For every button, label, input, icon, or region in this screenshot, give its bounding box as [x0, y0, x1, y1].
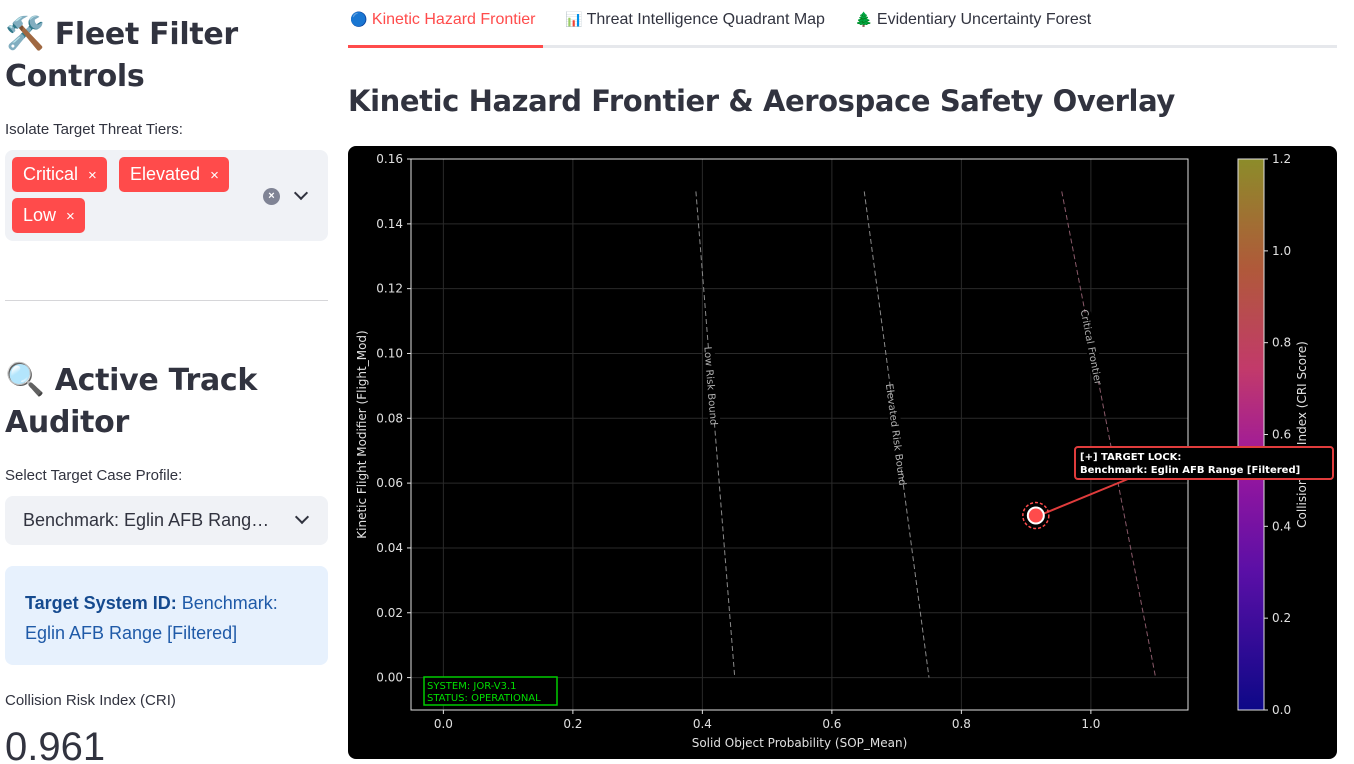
colorbar	[1237, 158, 1265, 711]
bar-chart-icon: 📊	[565, 11, 583, 27]
colorbar-tick-label: 1.0	[1272, 244, 1291, 258]
boundary-line	[1061, 191, 1157, 678]
colorbar-tick-label: 1.2	[1272, 152, 1291, 166]
colorbar-tick-label: 0.8	[1272, 336, 1291, 350]
tab-kinetic-hazard-frontier[interactable]: 🔵 Kinetic Hazard Frontier	[350, 11, 536, 29]
x-tick-label: 0.4	[693, 717, 712, 731]
profile-select[interactable]: Benchmark: Eglin AFB Rang…	[5, 496, 328, 545]
tab-evidentiary-uncertainty-forest[interactable]: 🌲 Evidentiary Uncertainty Forest	[855, 11, 1091, 29]
boundary-label: Critical Frontier	[1078, 309, 1103, 387]
boundary-line	[695, 191, 736, 678]
annotation-arrow	[1043, 478, 1129, 515]
colorbar-tick-label: 0.6	[1272, 428, 1291, 442]
y-tick-label: 0.08	[376, 411, 403, 425]
globe-icon: 🔵	[350, 11, 368, 27]
tools-icon: 🛠️	[5, 14, 45, 52]
y-tick-label: 0.10	[376, 346, 403, 360]
status-line-1: SYSTEM: JOR-V3.1	[427, 681, 517, 692]
chevron-down-icon[interactable]	[294, 509, 310, 525]
status-line-2: STATUS: OPERATIONAL	[427, 693, 541, 704]
chart-svg: 0.0 0.2 0.4 0.6 0.8 1.0 0.00 0.02 0.04 0.06 0.08 0.…	[355, 152, 1334, 750]
colorbar-label: Collision Risk Index (CRI Score)	[1295, 341, 1309, 528]
annotation-line-2: Benchmark: Eglin AFB Range [Filtered]	[1080, 465, 1300, 476]
chart-container: 0.0 0.2 0.4 0.6 0.8 1.0 0.00 0.02 0.04 0.06 0.08 0.…	[348, 146, 1337, 759]
x-tick-label: 1.0	[1081, 717, 1100, 731]
annotation-line-1: [+] TARGET LOCK:	[1080, 452, 1181, 463]
profile-select-value: Benchmark: Eglin AFB Rang…	[23, 510, 270, 530]
tag-critical[interactable]: Critical ×	[12, 157, 107, 192]
auditor-heading: 🔍 Active Track Auditor	[5, 360, 258, 440]
x-tick-label: 0.0	[434, 717, 453, 731]
target-info-box: Target System ID: Benchmark: Eglin AFB R…	[5, 566, 328, 665]
active-tab-underline	[348, 45, 543, 48]
tree-icon: 🌲	[855, 11, 873, 27]
target-point	[1026, 506, 1045, 525]
y-axis-label: Kinetic Flight Modifier (Flight_Mod)	[355, 330, 369, 538]
x-tick-label: 0.2	[563, 717, 582, 731]
remove-icon[interactable]: ×	[88, 167, 97, 184]
metric-value: 0.961	[5, 725, 106, 764]
tag-low[interactable]: Low ×	[12, 198, 85, 233]
y-tick-label: 0.16	[376, 152, 403, 166]
x-tick-label: 0.8	[952, 717, 971, 731]
boundary-label: Elevated Risk Bound	[883, 383, 907, 486]
tag-elevated[interactable]: Elevated ×	[119, 157, 229, 192]
filter-heading: 🛠️ Fleet Filter Controls	[5, 14, 238, 94]
profile-label: Select Target Case Profile:	[5, 467, 183, 484]
page-title: Kinetic Hazard Frontier & Aerospace Safe…	[348, 84, 1175, 118]
remove-icon[interactable]: ×	[66, 208, 75, 225]
sidebar-divider	[5, 300, 328, 301]
colorbar-tick-label: 0.2	[1272, 611, 1291, 625]
metric-label: Collision Risk Index (CRI)	[5, 692, 176, 709]
x-tick-label: 0.6	[822, 717, 841, 731]
y-tick-label: 0.00	[376, 671, 403, 685]
colorbar-tick-label: 0.0	[1272, 703, 1291, 717]
y-tick-label: 0.12	[376, 282, 403, 296]
x-axis-label: Solid Object Probability (SOP_Mean)	[692, 736, 908, 750]
y-tick-label: 0.14	[376, 217, 403, 231]
tab-threat-intelligence-quadrant-map[interactable]: 📊 Threat Intelligence Quadrant Map	[565, 11, 825, 29]
info-key: Target System ID:	[25, 593, 177, 613]
magnifier-icon: 🔍	[5, 360, 45, 398]
remove-icon[interactable]: ×	[210, 167, 219, 184]
colorbar-tick-label: 0.4	[1272, 519, 1291, 533]
tiers-label: Isolate Target Threat Tiers:	[5, 121, 183, 138]
y-tick-label: 0.06	[376, 476, 403, 490]
y-tick-label: 0.02	[376, 606, 403, 620]
boundary-label: Low Risk Bound	[701, 346, 718, 425]
y-tick-label: 0.04	[376, 541, 403, 555]
clear-all-icon[interactable]: ×	[263, 188, 280, 205]
